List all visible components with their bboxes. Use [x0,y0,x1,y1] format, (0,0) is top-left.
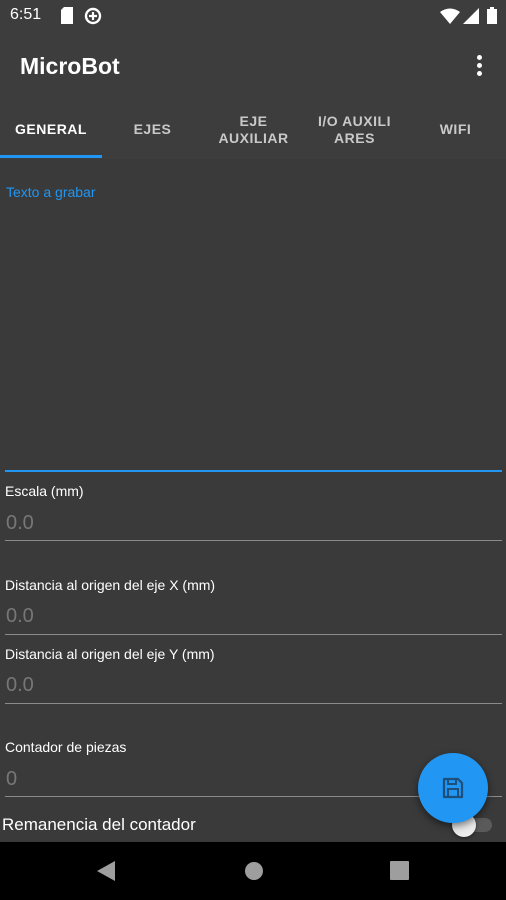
sim-card-icon [61,7,73,24]
text-to-engrave-underline [5,470,502,472]
more-vertical-icon[interactable] [466,52,494,80]
tab-io-auxiliares[interactable]: I/O AUXILI ARES [304,100,405,159]
text-to-engrave-label: Texto a grabar [6,184,96,200]
distance-x-label: Distancia al origen del eje X (mm) [5,577,216,593]
tab-wifi[interactable]: WIFI [405,100,506,159]
home-icon[interactable] [244,861,264,881]
distance-x-underline [5,634,502,635]
tab-label: I/O AUXILI ARES [318,112,391,146]
distance-y-underline [5,703,502,704]
text-to-engrave-field[interactable]: Texto a grabar [0,159,506,473]
battery-icon [487,7,497,24]
system-nav-bar [0,842,506,900]
piece-counter-input[interactable]: 0 [6,768,17,791]
general-form: Texto a grabar Escala (mm) 0.0 Distancia… [0,159,506,842]
wifi-icon [440,8,460,24]
tab-indicator [0,155,102,158]
recents-icon[interactable] [390,861,409,880]
scale-input[interactable]: 0.0 [6,512,34,535]
app-title: MicroBot [20,53,120,79]
tab-label: EJE AUXILIAR [218,112,289,146]
tab-label: GENERAL [15,121,87,137]
tab-label: WIFI [439,121,472,137]
distance-y-input[interactable]: 0.0 [6,674,34,697]
tab-bar: GENERAL EJES EJE AUXILIAR I/O AUXILI ARE… [0,100,506,159]
tab-ejes[interactable]: EJES [102,100,203,159]
app-bar: MicroBot [0,32,506,100]
scale-underline [5,540,502,541]
save-button[interactable] [418,753,488,823]
back-icon[interactable] [97,861,115,881]
tab-general[interactable]: GENERAL [0,100,102,159]
tab-eje-auxiliar[interactable]: EJE AUXILIAR [203,100,304,159]
distance-x-input[interactable]: 0.0 [6,605,34,628]
distance-y-label: Distancia al origen del eje Y (mm) [5,646,215,662]
save-icon [442,777,464,799]
piece-counter-label: Contador de piezas [5,739,127,755]
status-time: 6:51 [10,6,42,23]
tab-label: EJES [133,121,172,137]
data-saver-icon [84,7,102,25]
status-bar: 6:51 [0,0,506,32]
scale-label: Escala (mm) [5,483,84,499]
counter-retention-label: Remanencia del contador [2,815,196,834]
cellular-signal-icon [463,8,479,24]
